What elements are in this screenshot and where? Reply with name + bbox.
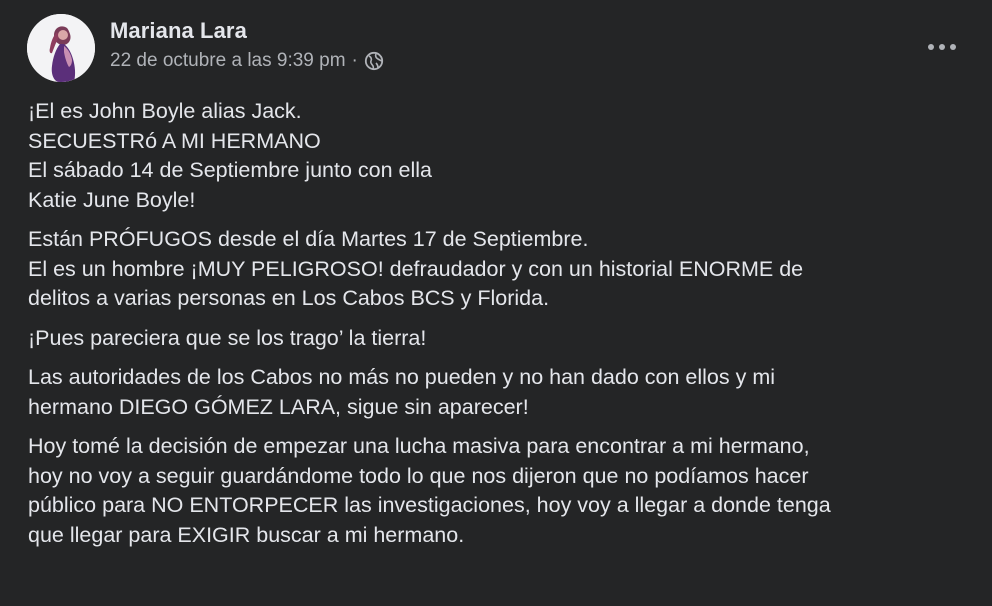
post-line: ¡El es John Boyle alias Jack.	[28, 99, 302, 123]
post-meta: 22 de octubre a las 9:39 pm ·	[110, 48, 384, 74]
post-line: Katie June Boyle!	[28, 187, 196, 212]
facebook-post: Mariana Lara 22 de octubre a las 9:39 pm…	[0, 0, 992, 606]
avatar-photo	[27, 14, 95, 82]
globe-icon[interactable]	[364, 51, 384, 71]
post-header: Mariana Lara 22 de octubre a las 9:39 pm…	[27, 14, 967, 84]
post-paragraph: Las autoridades de los Cabos no más no p…	[28, 363, 973, 422]
post-paragraph: Están PRÓFUGOS desde el día Martes 17 de…	[28, 225, 973, 314]
post-line: Hoy tomé la decisión de empezar una luch…	[28, 434, 810, 458]
post-paragraph: Hoy tomé la decisión de empezar una luch…	[28, 432, 973, 550]
post-line: El sábado 14 de Septiembre junto con ell…	[28, 158, 432, 182]
post-line: delitos a varias personas en Los Cabos B…	[28, 286, 550, 310]
author-name[interactable]: Mariana Lara	[110, 16, 384, 46]
post-line: público para NO ENTORPECER las investiga…	[28, 493, 831, 517]
post-line: Las autoridades de los Cabos no más no p…	[28, 365, 776, 389]
post-content: ¡El es John Boyle alias Jack. SECUESTRó …	[28, 97, 973, 560]
post-line: hermano DIEGO GÓMEZ LARA, sigue sin apar…	[28, 394, 529, 419]
post-line: Están PRÓFUGOS desde el día Martes 17 de…	[28, 227, 589, 251]
post-line: hoy no voy a seguir guardándome todo lo …	[28, 463, 809, 488]
post-timestamp[interactable]: 22 de octubre a las 9:39 pm	[110, 48, 346, 74]
author-info: Mariana Lara 22 de octubre a las 9:39 pm…	[110, 16, 384, 74]
post-line: ¡Pues pareciera que se los trago’ la tie…	[28, 325, 427, 350]
more-options-icon[interactable]	[922, 32, 962, 62]
meta-separator: ·	[351, 50, 358, 71]
post-paragraph: ¡Pues pareciera que se los trago’ la tie…	[28, 324, 973, 354]
post-paragraph: ¡El es John Boyle alias Jack. SECUESTRó …	[28, 97, 973, 215]
author-avatar[interactable]	[27, 14, 95, 82]
post-line: que llegar para EXIGIR buscar a mi herma…	[28, 522, 465, 547]
post-line: SECUESTRó A MI HERMANO	[28, 128, 321, 153]
post-line: El es un hombre ¡MUY PELIGROSO! defrauda…	[28, 256, 804, 281]
